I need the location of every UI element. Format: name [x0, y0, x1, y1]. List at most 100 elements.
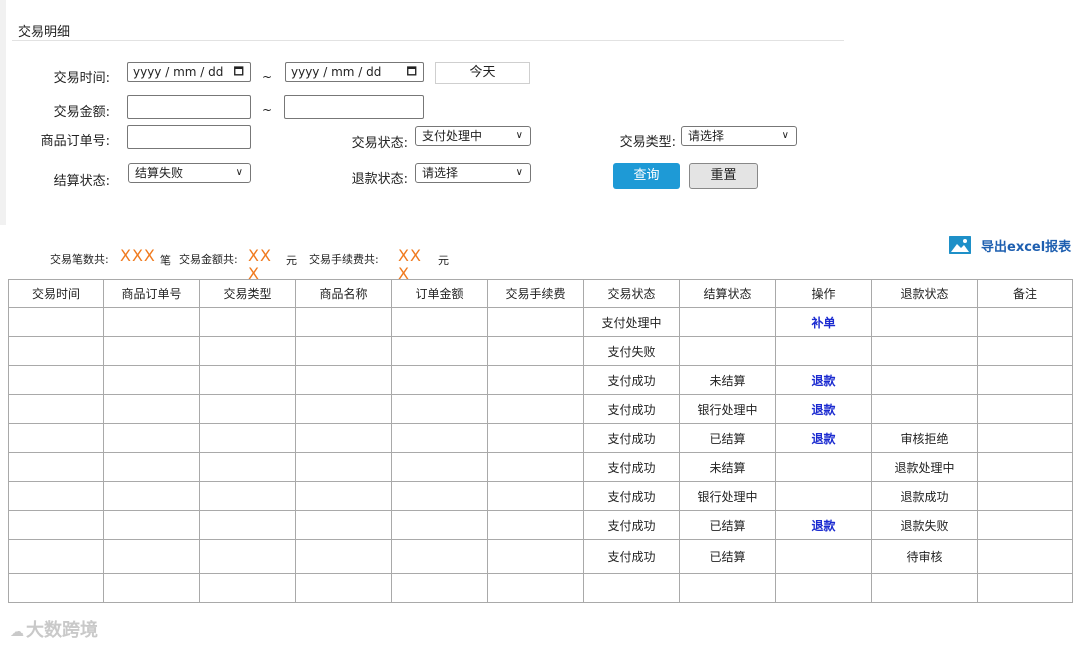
table-cell — [199, 539, 296, 574]
table-cell — [775, 452, 872, 482]
transactions-table: 交易时间 商品订单号 交易类型 商品名称 订单金额 交易手续费 交易状态 结算状… — [8, 279, 1073, 603]
table-cell — [391, 573, 488, 603]
column-header: 商品名称 — [295, 279, 392, 308]
table-cell — [103, 510, 200, 540]
table-row: 支付成功 银行处理中 退款 — [8, 394, 1073, 424]
table-cell — [977, 510, 1073, 540]
table-cell — [391, 365, 488, 395]
query-button[interactable]: 查询 — [613, 163, 680, 189]
column-header: 操作 — [775, 279, 872, 308]
count-label: 交易笔数共: — [50, 253, 109, 266]
table-cell — [199, 307, 296, 337]
table-cell — [583, 573, 680, 603]
table-cell — [679, 307, 776, 337]
start-date-placeholder: yyyy / mm / dd — [133, 65, 224, 79]
table-cell — [295, 539, 392, 574]
trade-status-value: 支付处理中 — [422, 129, 483, 143]
table-cell — [487, 452, 584, 482]
table-cell: 支付成功 — [583, 423, 680, 453]
column-header: 商品订单号 — [103, 279, 200, 308]
table-row — [8, 573, 1073, 603]
refund-status-value: 请选择 — [422, 166, 459, 180]
table-row: 支付成功 未结算 退款 — [8, 365, 1073, 395]
table-cell — [8, 365, 104, 395]
trade-type-value: 请选择 — [688, 129, 725, 143]
table-cell — [871, 336, 978, 366]
table-cell — [391, 423, 488, 453]
column-header: 交易状态 — [583, 279, 680, 308]
table-cell — [679, 336, 776, 366]
table-cell: 银行处理中 — [679, 481, 776, 511]
column-header: 交易手续费 — [487, 279, 584, 308]
table-row: 支付失败 — [8, 336, 1073, 366]
row-action-link[interactable]: 补单 — [811, 316, 835, 330]
table-cell: 银行处理中 — [679, 394, 776, 424]
table-cell — [295, 423, 392, 453]
end-date-input[interactable]: yyyy / mm / dd 🗖 — [285, 62, 424, 82]
table-cell — [977, 573, 1073, 603]
table-cell — [977, 365, 1073, 395]
trade-type-select[interactable]: 请选择 ∨ — [681, 126, 797, 146]
calendar-icon[interactable]: 🗖 — [234, 64, 244, 80]
table-cell — [295, 365, 392, 395]
table-cell: 未结算 — [679, 452, 776, 482]
table-cell — [871, 307, 978, 337]
table-cell — [295, 452, 392, 482]
table-cell — [977, 336, 1073, 366]
today-button[interactable]: 今天 — [435, 62, 530, 84]
count-value: XXX — [120, 246, 156, 265]
table-cell — [8, 394, 104, 424]
table-cell: 已结算 — [679, 510, 776, 540]
fee-total-unit: 元 — [438, 254, 449, 267]
table-cell — [8, 510, 104, 540]
table-cell — [679, 573, 776, 603]
table-header-row: 交易时间 商品订单号 交易类型 商品名称 订单金额 交易手续费 交易状态 结算状… — [8, 279, 1073, 308]
table-cell — [8, 573, 104, 603]
chevron-down-icon: ∨ — [515, 167, 523, 178]
settle-status-label: 结算状态: — [53, 174, 110, 189]
table-cell: 未结算 — [679, 365, 776, 395]
table-cell: 支付成功 — [583, 481, 680, 511]
table-cell — [775, 481, 872, 511]
table-cell: 支付成功 — [583, 394, 680, 424]
table-cell — [103, 394, 200, 424]
settle-status-select[interactable]: 结算失败 ∨ — [128, 163, 251, 183]
image-icon — [949, 236, 971, 254]
chevron-down-icon: ∨ — [235, 167, 243, 178]
table-cell — [487, 539, 584, 574]
row-action-link[interactable]: 退款 — [811, 403, 835, 417]
table-cell — [103, 336, 200, 366]
table-cell: 支付成功 — [583, 539, 680, 574]
row-action-link[interactable]: 退款 — [811, 432, 835, 446]
section-title: 交易明细 — [18, 25, 71, 40]
table-cell: 已结算 — [679, 423, 776, 453]
table-cell — [487, 573, 584, 603]
table-cell — [199, 481, 296, 511]
order-no-input[interactable] — [127, 125, 251, 149]
table-cell — [391, 539, 488, 574]
table-cell — [391, 452, 488, 482]
row-action-link[interactable]: 退款 — [811, 519, 835, 533]
table-cell — [871, 394, 978, 424]
reset-button[interactable]: 重置 — [689, 163, 758, 189]
table-cell — [977, 394, 1073, 424]
fee-total-value: XX — [398, 246, 422, 265]
table-cell — [775, 539, 872, 574]
calendar-icon[interactable]: 🗖 — [407, 64, 417, 80]
column-header: 交易类型 — [199, 279, 296, 308]
refund-status-select[interactable]: 请选择 ∨ — [415, 163, 531, 183]
table-cell — [487, 394, 584, 424]
table-row: 支付成功 已结算 退款 审核拒绝 — [8, 423, 1073, 453]
settle-status-value: 结算失败 — [135, 166, 184, 180]
table-cell — [8, 307, 104, 337]
table-cell — [391, 481, 488, 511]
trade-status-select[interactable]: 支付处理中 ∨ — [415, 126, 531, 146]
amount-max-input[interactable] — [284, 95, 424, 119]
row-action-link[interactable]: 退款 — [811, 374, 835, 388]
amount-min-input[interactable] — [127, 95, 251, 119]
start-date-input[interactable]: yyyy / mm / dd 🗖 — [127, 62, 251, 82]
table-cell — [295, 394, 392, 424]
table-cell: 补单 — [775, 307, 872, 337]
table-cell — [487, 510, 584, 540]
column-header: 交易时间 — [8, 279, 104, 308]
